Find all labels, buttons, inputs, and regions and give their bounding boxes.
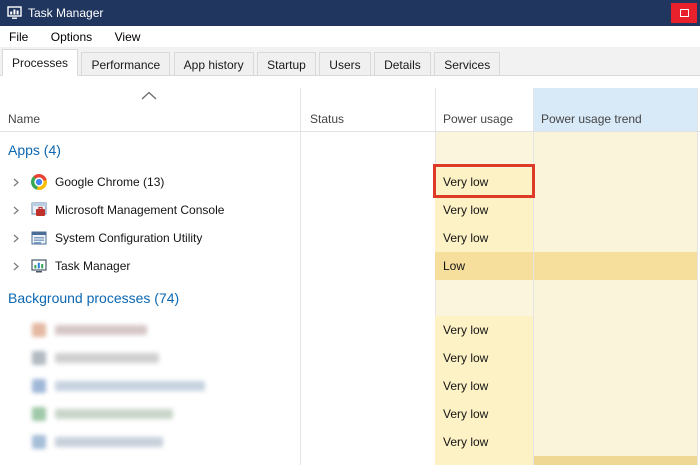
group-label: Apps (4) bbox=[8, 142, 61, 158]
power-usage-cell: Very low bbox=[435, 344, 533, 372]
table-row-partial[interactable] bbox=[0, 456, 697, 465]
task-manager-row-icon bbox=[31, 258, 47, 274]
process-name: System Configuration Utility bbox=[55, 224, 202, 252]
table-row-system-configuration[interactable]: System Configuration Utility Very low bbox=[0, 224, 697, 252]
column-header-power[interactable]: Power usage bbox=[443, 112, 513, 126]
power-trend-cell bbox=[534, 252, 697, 280]
group-header-background-processes[interactable]: Background processes (74) bbox=[0, 280, 697, 316]
table-row-redacted[interactable]: Very low bbox=[0, 316, 697, 344]
power-trend-cell bbox=[534, 316, 697, 344]
tab-details[interactable]: Details bbox=[374, 52, 431, 76]
group-label: Background processes (74) bbox=[8, 290, 179, 306]
redacted-process-icon bbox=[32, 435, 46, 449]
redacted-process-name bbox=[55, 409, 173, 419]
group-header-apps[interactable]: Apps (4) bbox=[0, 132, 697, 168]
table-row-redacted[interactable]: Very low bbox=[0, 344, 697, 372]
sort-ascending-icon bbox=[141, 91, 157, 100]
table-row-redacted[interactable]: Very low bbox=[0, 428, 697, 456]
table-row-mmc[interactable]: Microsoft Management Console Very low bbox=[0, 196, 697, 224]
power-trend-cell bbox=[534, 196, 697, 224]
task-manager-window: { "window": { "title": "Task Manager" },… bbox=[0, 0, 700, 465]
chrome-icon bbox=[31, 174, 47, 190]
redacted-process-icon bbox=[32, 351, 46, 365]
power-usage-cell: Very low bbox=[435, 196, 533, 224]
mmc-icon bbox=[31, 202, 47, 218]
power-trend-cell bbox=[534, 400, 697, 428]
power-trend-cell bbox=[534, 372, 697, 400]
tab-startup[interactable]: Startup bbox=[257, 52, 316, 76]
window-title: Task Manager bbox=[28, 0, 103, 26]
tab-services[interactable]: Services bbox=[434, 52, 500, 76]
redacted-process-icon bbox=[32, 407, 46, 421]
redacted-process-icon bbox=[32, 379, 46, 393]
redacted-process-name bbox=[55, 437, 163, 447]
power-usage-cell: Very low bbox=[435, 316, 533, 344]
redacted-process-name bbox=[55, 353, 159, 363]
tab-processes[interactable]: Processes bbox=[2, 49, 78, 76]
title-bar: Task Manager bbox=[0, 0, 700, 26]
expand-chevron-icon[interactable] bbox=[12, 262, 20, 271]
column-header-status[interactable]: Status bbox=[310, 112, 344, 126]
power-trend-cell bbox=[534, 344, 697, 372]
redacted-process-name bbox=[55, 381, 205, 391]
column-separator[interactable] bbox=[697, 88, 698, 465]
power-usage-cell: Very low bbox=[435, 224, 533, 252]
redacted-process-icon bbox=[32, 323, 46, 337]
system-configuration-icon bbox=[31, 230, 47, 246]
maximize-button[interactable] bbox=[671, 3, 697, 23]
table-row-google-chrome[interactable]: Google Chrome (13) Very low bbox=[0, 168, 697, 196]
power-usage-cell: Very low bbox=[435, 372, 533, 400]
power-trend-cell bbox=[534, 456, 697, 465]
tab-app-history[interactable]: App history bbox=[174, 52, 254, 76]
power-usage-cell: Very low bbox=[435, 400, 533, 428]
column-header-trend[interactable]: Power usage trend bbox=[541, 112, 642, 126]
menu-file[interactable]: File bbox=[0, 26, 37, 48]
redacted-process-name bbox=[55, 325, 147, 335]
column-header-name[interactable]: Name bbox=[8, 112, 40, 126]
power-trend-cell bbox=[534, 428, 697, 456]
power-usage-cell bbox=[435, 456, 533, 465]
menu-bar: File Options View bbox=[0, 26, 700, 48]
expand-chevron-icon[interactable] bbox=[12, 206, 20, 215]
power-usage-cell: Low bbox=[435, 252, 533, 280]
expand-chevron-icon[interactable] bbox=[12, 234, 20, 243]
process-table: Name Status Power usage Power usage tren… bbox=[0, 76, 700, 465]
power-trend-cell bbox=[534, 168, 697, 196]
expand-chevron-icon[interactable] bbox=[12, 178, 20, 187]
table-row-redacted[interactable]: Very low bbox=[0, 372, 697, 400]
process-name: Microsoft Management Console bbox=[55, 196, 224, 224]
menu-view[interactable]: View bbox=[106, 26, 150, 48]
table-row-redacted[interactable]: Very low bbox=[0, 400, 697, 428]
process-name: Task Manager bbox=[55, 252, 130, 280]
tab-performance[interactable]: Performance bbox=[81, 52, 170, 76]
power-usage-cell: Very low bbox=[435, 168, 533, 196]
maximize-icon bbox=[680, 9, 689, 17]
task-manager-icon bbox=[7, 6, 22, 20]
tab-bar: Processes Performance App history Startu… bbox=[0, 48, 700, 76]
menu-options[interactable]: Options bbox=[42, 26, 101, 48]
power-trend-cell bbox=[534, 224, 697, 252]
tab-users[interactable]: Users bbox=[319, 52, 370, 76]
table-row-task-manager[interactable]: Task Manager Low bbox=[0, 252, 697, 280]
process-name: Google Chrome (13) bbox=[55, 168, 164, 196]
power-usage-cell: Very low bbox=[435, 428, 533, 456]
